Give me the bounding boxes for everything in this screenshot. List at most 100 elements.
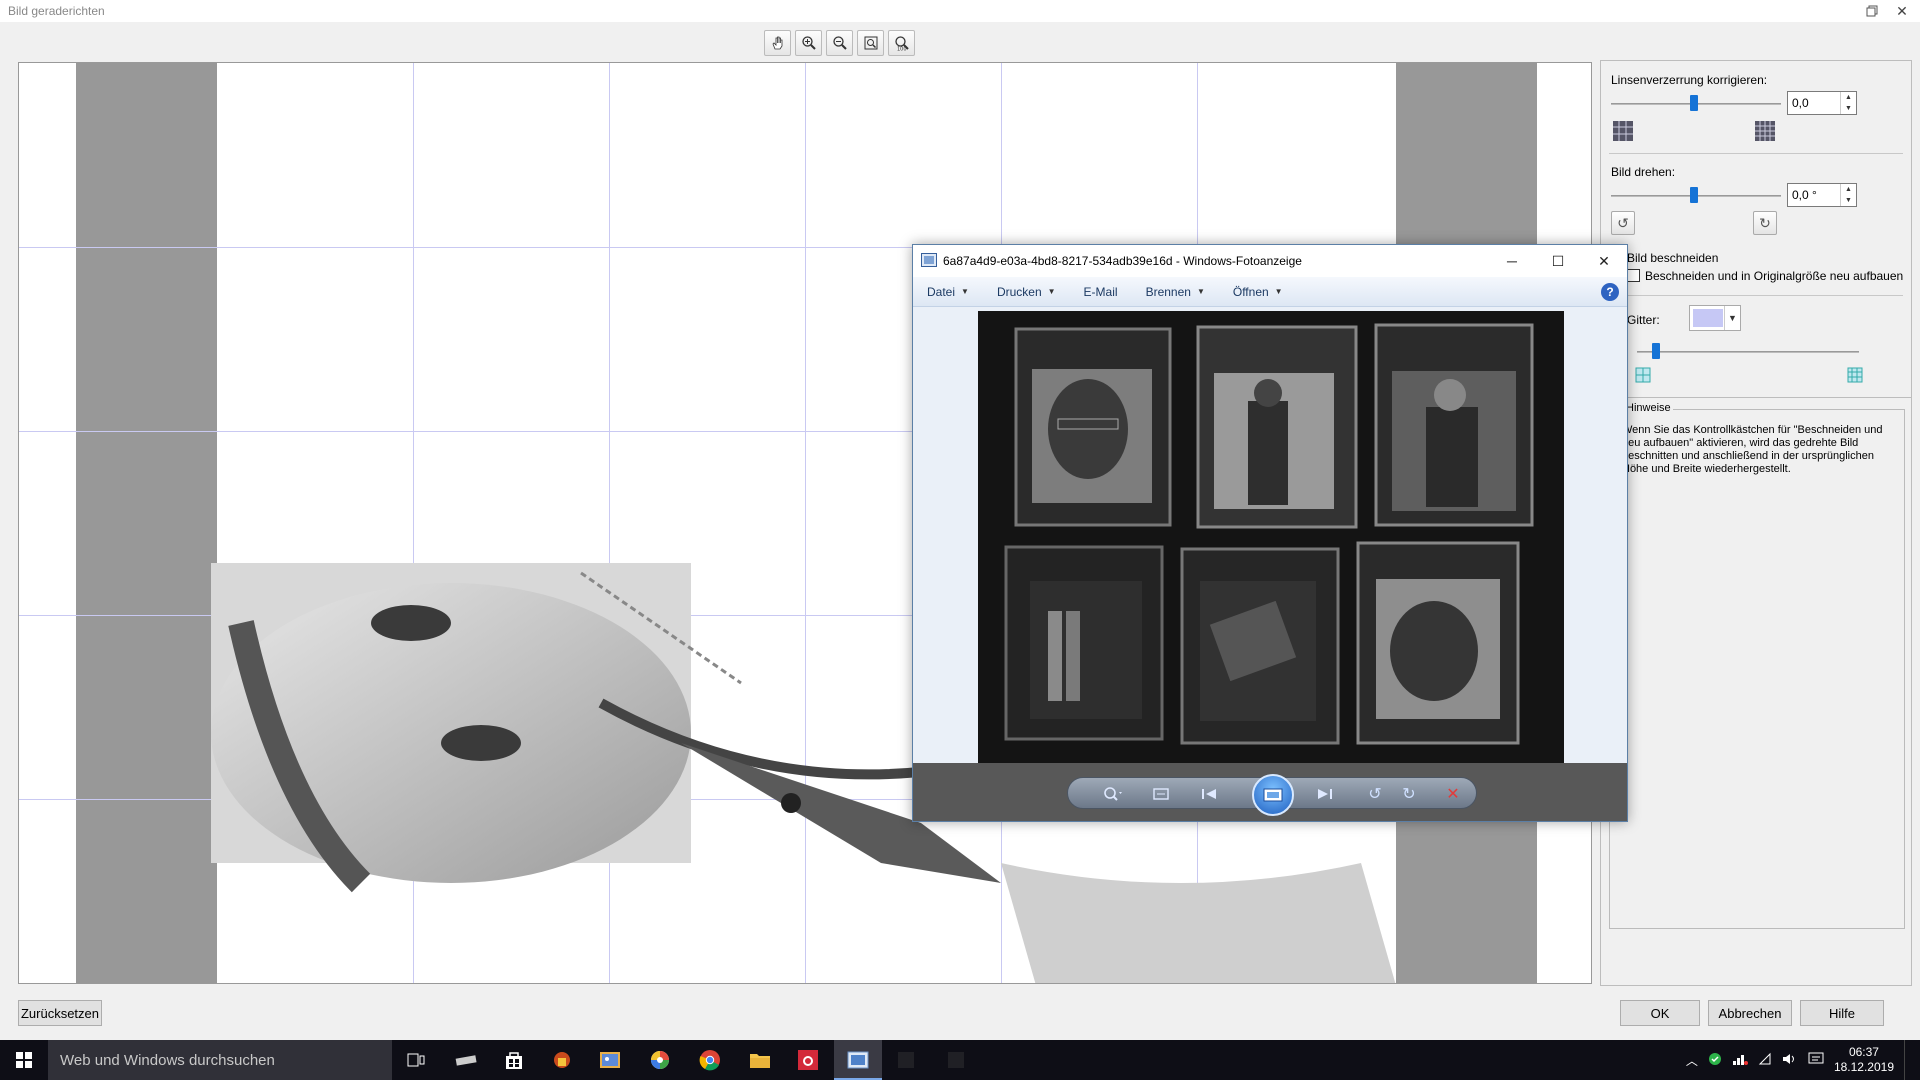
rotate-right-icon[interactable]: ↻ (1753, 211, 1777, 235)
chevron-down-icon: ▼ (1196, 287, 1205, 296)
viewer-title: 6a87a4d9-e03a-4bd8-8217-534adb39e16d - W… (943, 254, 1302, 268)
chevron-down-icon: ▼ (1274, 287, 1283, 296)
taskbar: Web und Windows durchsuchen ︿ 06:37 18.1… (0, 1040, 1920, 1080)
spinner-arrows-icon[interactable]: ▲ ▼ (1840, 184, 1856, 206)
photo-viewer-window: 6a87a4d9-e03a-4bd8-8217-534adb39e16d - W… (912, 244, 1628, 822)
crop-rebuild-checkbox[interactable] (1627, 269, 1640, 282)
chevron-down-icon: ▼ (961, 287, 969, 296)
dialog-title: Bild geraderichten (8, 4, 105, 18)
svg-text:100: 100 (897, 47, 907, 52)
slideshow-icon[interactable] (1252, 774, 1294, 816)
lens-value-spinner[interactable]: ▲▼ (1787, 91, 1857, 115)
dialog-titlebar: Bild geraderichten ✕ (0, 0, 1920, 22)
cancel-button[interactable]: Abbrechen (1708, 1000, 1792, 1026)
network-icon[interactable] (1732, 1052, 1748, 1069)
zoom-out-icon[interactable] (826, 30, 853, 56)
grid-color-dropdown[interactable]: ▼ (1689, 305, 1741, 331)
photo-editor-icon[interactable] (794, 1046, 822, 1074)
restore-icon[interactable] (1860, 0, 1884, 22)
maximize-icon[interactable]: ☐ (1535, 245, 1581, 277)
taskbar-app-icon[interactable] (892, 1046, 920, 1074)
divider (1609, 153, 1903, 154)
viewer-stage (913, 307, 1627, 765)
photo-viewer-icon (921, 253, 937, 270)
chevron-down-icon: ▼ (1047, 287, 1056, 296)
settings-panel: Linsenverzerrung korrigieren: ▲▼ Bild dr… (1600, 60, 1912, 986)
help-icon[interactable]: ? (1601, 283, 1619, 301)
signal-icon[interactable] (1758, 1052, 1772, 1069)
clock[interactable]: 06:37 18.12.2019 (1834, 1045, 1894, 1075)
volume-icon[interactable] (1782, 1052, 1798, 1069)
hand-icon[interactable] (764, 30, 791, 56)
menu-print-label: Drucken (996, 284, 1042, 299)
menu-file-label: Datei (927, 284, 956, 299)
taskbar-app-icon[interactable] (942, 1046, 970, 1074)
ok-button[interactable]: OK (1620, 1000, 1700, 1026)
contact-sheet-photo (978, 311, 1564, 763)
grid-slider-track[interactable] (1637, 351, 1859, 353)
rotate-right-icon[interactable]: ↻ (1396, 782, 1422, 806)
minimize-icon[interactable]: ─ (1489, 245, 1535, 277)
rotate-left-icon[interactable]: ↺ (1362, 782, 1388, 806)
barrel-distortion-icon (1611, 119, 1635, 143)
reset-button[interactable]: Zurücksetzen (18, 1000, 102, 1026)
picasa-icon[interactable] (646, 1046, 674, 1074)
taskbar-search[interactable]: Web und Windows durchsuchen (48, 1040, 392, 1080)
pincushion-distortion-icon (1753, 119, 1777, 143)
photo-gallery-icon[interactable] (596, 1046, 624, 1074)
divider (1601, 397, 1911, 398)
menu-burn[interactable]: Brennen ▼ (1132, 277, 1219, 306)
viewer-menubar: Datei ▼ Drucken ▼ E-Mail Brennen ▼ Öffnen ▼ (913, 277, 1627, 307)
next-icon[interactable] (1312, 782, 1338, 806)
rotate-label: Bild drehen: (1611, 165, 1676, 179)
task-view-icon[interactable] (402, 1046, 430, 1074)
security-icon[interactable] (1708, 1052, 1722, 1069)
grid-slider-thumb[interactable] (1652, 343, 1660, 359)
menu-open[interactable]: Öffnen ▼ (1219, 277, 1297, 306)
menu-print[interactable]: Drucken ▼ (983, 277, 1070, 306)
hints-text: Wenn Sie das Kontrollkästchen für "Besch… (1622, 424, 1883, 475)
windows-start-icon[interactable] (0, 1040, 48, 1080)
notifications-icon[interactable] (1808, 1052, 1824, 1069)
zoom-icon[interactable] (1100, 782, 1126, 806)
clock-date: 18.12.2019 (1833, 1060, 1894, 1074)
grid-fine-icon (1843, 363, 1867, 387)
show-desktop-button[interactable] (1904, 1040, 1910, 1080)
actual-size-icon[interactable] (1148, 782, 1174, 806)
close-icon[interactable]: ✕ (1581, 245, 1627, 277)
rotate-value-spinner[interactable]: ▲▼ (1787, 183, 1857, 207)
lens-correction-label: Linsenverzerrung korrigieren: (1611, 73, 1768, 87)
store-icon[interactable] (500, 1046, 528, 1074)
close-icon[interactable]: ✕ (1890, 0, 1914, 22)
usb-drive-icon[interactable] (452, 1046, 480, 1074)
rotate-slider-thumb[interactable] (1690, 187, 1698, 203)
delete-icon[interactable]: ✕ (1440, 782, 1466, 806)
lens-value-input[interactable] (1788, 92, 1838, 114)
file-explorer-icon[interactable] (746, 1046, 774, 1074)
hints-title: Hinweise (1624, 402, 1673, 414)
app-icon[interactable] (548, 1046, 576, 1074)
photo-viewer-task-icon[interactable] (844, 1046, 872, 1074)
hints-groupbox: Hinweise Wenn Sie das Kontrollkästchen f… (1609, 402, 1905, 929)
rotate-value-input[interactable] (1788, 184, 1838, 206)
zoom-in-icon[interactable] (795, 30, 822, 56)
viewer-controls: ↺ ↻ ✕ (913, 763, 1627, 821)
divider (1609, 295, 1903, 296)
crop-rebuild-label: Beschneiden und in Originalgröße neu auf… (1645, 269, 1904, 283)
chrome-icon[interactable] (696, 1046, 724, 1074)
grid-label: Gitter: (1627, 313, 1660, 327)
menu-email[interactable]: E-Mail (1070, 277, 1132, 306)
rotate-left-icon[interactable]: ↺ (1611, 211, 1635, 235)
menu-file[interactable]: Datei ▼ (913, 277, 983, 306)
spinner-arrows-icon[interactable]: ▲ ▼ (1840, 92, 1856, 114)
grid-color-swatch (1693, 309, 1723, 327)
fit-to-window-icon[interactable] (857, 30, 884, 56)
previous-icon[interactable] (1196, 782, 1222, 806)
actual-size-icon[interactable]: 100 (888, 30, 915, 56)
taskbar-search-placeholder: Web und Windows durchsuchen (60, 1051, 275, 1069)
view-toolbar: 100 (764, 30, 915, 56)
lens-slider-thumb[interactable] (1690, 95, 1698, 111)
chevron-up-icon[interactable]: ︿ (1686, 1052, 1698, 1069)
system-tray: ︿ 06:37 18.12.2019 (1686, 1040, 1920, 1080)
help-button[interactable]: Hilfe (1800, 1000, 1884, 1026)
